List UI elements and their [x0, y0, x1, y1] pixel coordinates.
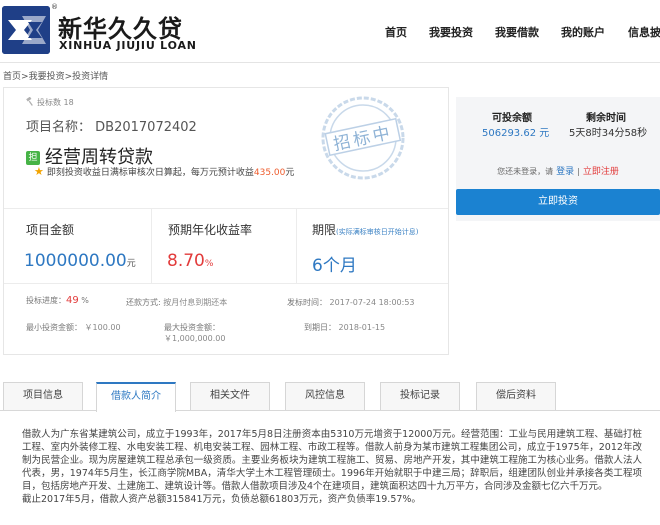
term-value: 6个月 [312, 256, 357, 276]
logo-mark-icon [2, 6, 50, 54]
breadcrumb-current: 投资详情 [72, 72, 109, 82]
term-label-text: 期限 [312, 223, 337, 237]
amount-number: 1000000.00 [24, 251, 127, 271]
rate-value: 8.70% [167, 251, 213, 271]
term-note: (实际满标审核日开始计息) [336, 228, 419, 236]
amount-unit: 元 [126, 259, 136, 269]
progress-unit: % [81, 296, 89, 305]
nav-borrow[interactable]: 我要借款 [495, 24, 539, 40]
card-divider [4, 283, 448, 284]
tab-borrower-profile[interactable]: 借款人简介 [96, 382, 176, 412]
register-link[interactable]: 立即注册 [583, 167, 619, 177]
nav-disclosure[interactable]: 信息披 [628, 24, 660, 40]
publish-label: 发标时间： [287, 298, 327, 307]
interest-note-value: 435.00 [253, 168, 286, 178]
borrower-financials: 截止2017年5月，借款人资产总额315841万元，负债总额61803万元，资产… [22, 494, 421, 505]
available-label: 可投余额 [492, 113, 532, 124]
progress-value: 49 [66, 295, 79, 306]
tab-risk-control[interactable]: 风控信息 [285, 382, 365, 410]
not-logged-in-text: 您还未登录，请 [497, 167, 554, 176]
bid-count-label: 投标数 [37, 98, 61, 107]
tab-bid-records[interactable]: 投标记录 [380, 382, 460, 410]
interest-note-unit: 元 [285, 168, 295, 178]
bid-count: 投标数 18 [26, 97, 74, 108]
registered-mark: ® [51, 3, 58, 11]
invest-now-button[interactable]: 立即投资 [456, 189, 660, 215]
term-label: 期限(实际满标审核日开始计息) [312, 221, 418, 238]
logo-english-name: XINHUA JIUJIU LOAN [59, 39, 197, 52]
min-invest-value: ￥100.00 [84, 323, 121, 332]
header-divider [0, 62, 660, 63]
project-name: 项目名称： DB2017072402 [26, 116, 197, 135]
amount-value: 1000000.00元 [24, 251, 136, 271]
guarantee-badge: 担 [26, 151, 40, 165]
rate-number: 8.70 [167, 251, 205, 271]
project-name-label: 项目名称： [26, 120, 92, 135]
breadcrumb-separator: > [64, 72, 73, 82]
repay-value: 按月付息到期还本 [163, 298, 228, 307]
stamp-text: 招标中 [332, 123, 395, 155]
progress-label: 投标进度： [26, 296, 66, 305]
min-invest-label: 最小投资金额： [26, 323, 82, 332]
min-invest-info: 最小投资金额： ￥100.00 [26, 322, 121, 333]
invest-panel: 可投余额 506293.62 元 剩余时间 5天8时34分58秒 您还未登录，请… [456, 97, 660, 221]
max-invest-label: 最大投资金额： [164, 323, 220, 332]
max-invest-info: 最大投资金额： [164, 322, 220, 333]
due-date-value: 2018-01-15 [338, 323, 386, 332]
login-link[interactable]: 登录 [556, 167, 574, 177]
site-logo[interactable]: ® 新华久久贷 XINHUA JIUJIU LOAN [2, 3, 196, 57]
borrower-profile-content: 借款人为广东省某建筑公司，成立于1993年，2017年5月8日注册资本由5310… [22, 428, 642, 506]
tab-project-info[interactable]: 项目信息 [3, 382, 83, 410]
max-invest-value: ￥1,000,000.00 [164, 334, 226, 343]
remaining-value: 5天8时34分58秒 [569, 128, 648, 139]
nav-home[interactable]: 首页 [385, 24, 407, 40]
amount-label: 项目金额 [26, 223, 75, 237]
login-prompt: 您还未登录，请 登录 | 立即注册 [497, 167, 619, 177]
star-icon: ★ [34, 165, 44, 178]
nav-my-account[interactable]: 我的账户 [561, 24, 605, 40]
tab-post-repayment[interactable]: 偿后资料 [476, 382, 556, 410]
rate-unit: % [204, 259, 214, 269]
repay-label: 还款方式: [126, 298, 161, 307]
metric-divider [151, 208, 152, 283]
interest-note: ★ 即刻投资收益日满标审核次日算起，每万元预计收益435.00元 [34, 165, 294, 178]
due-date-label: 到期日： [304, 323, 336, 332]
breadcrumb: 首页>我要投资>投资详情 [3, 69, 108, 82]
tab-related-files[interactable]: 相关文件 [190, 382, 270, 410]
remaining-label: 剩余时间 [586, 113, 626, 124]
card-divider [4, 208, 448, 209]
interest-note-text: 即刻投资收益日满标审核次日算起，每万元预计收益 [46, 168, 254, 178]
max-invest-value-line: ￥1,000,000.00 [164, 333, 225, 344]
breadcrumb-invest[interactable]: 我要投资 [29, 72, 65, 82]
nav-invest[interactable]: 我要投资 [429, 24, 473, 40]
hammer-icon [26, 97, 33, 106]
project-code: DB2017072402 [95, 120, 197, 135]
rate-label: 预期年化收益率 [168, 223, 253, 237]
project-card: 投标数 18 项目名称： DB2017072402 担经营周转贷款 ★ 即刻投资收… [3, 87, 449, 355]
progress-info: 投标进度：49 % [26, 295, 89, 306]
breadcrumb-home[interactable]: 首页 [3, 72, 21, 82]
borrower-description: 借款人为广东省某建筑公司，成立于1993年，2017年5月8日注册资本由5310… [22, 429, 642, 492]
available-value: 506293.62 元 [482, 128, 550, 139]
breadcrumb-separator: > [21, 72, 29, 82]
repay-info: 还款方式: 按月付息到期还本 [126, 297, 227, 308]
publish-info: 发标时间： 2017-07-24 18:00:53 [287, 297, 415, 308]
due-date-info: 到期日： 2018-01-15 [304, 322, 385, 333]
bid-count-value: 18 [63, 98, 74, 107]
site-header: ® 新华久久贷 XINHUA JIUJIU LOAN 首页 我要投资 我要借款 … [0, 0, 660, 62]
publish-value: 2017-07-24 18:00:53 [329, 298, 415, 307]
bidding-stamp: 招标中 [317, 93, 409, 183]
metric-divider [296, 208, 297, 283]
